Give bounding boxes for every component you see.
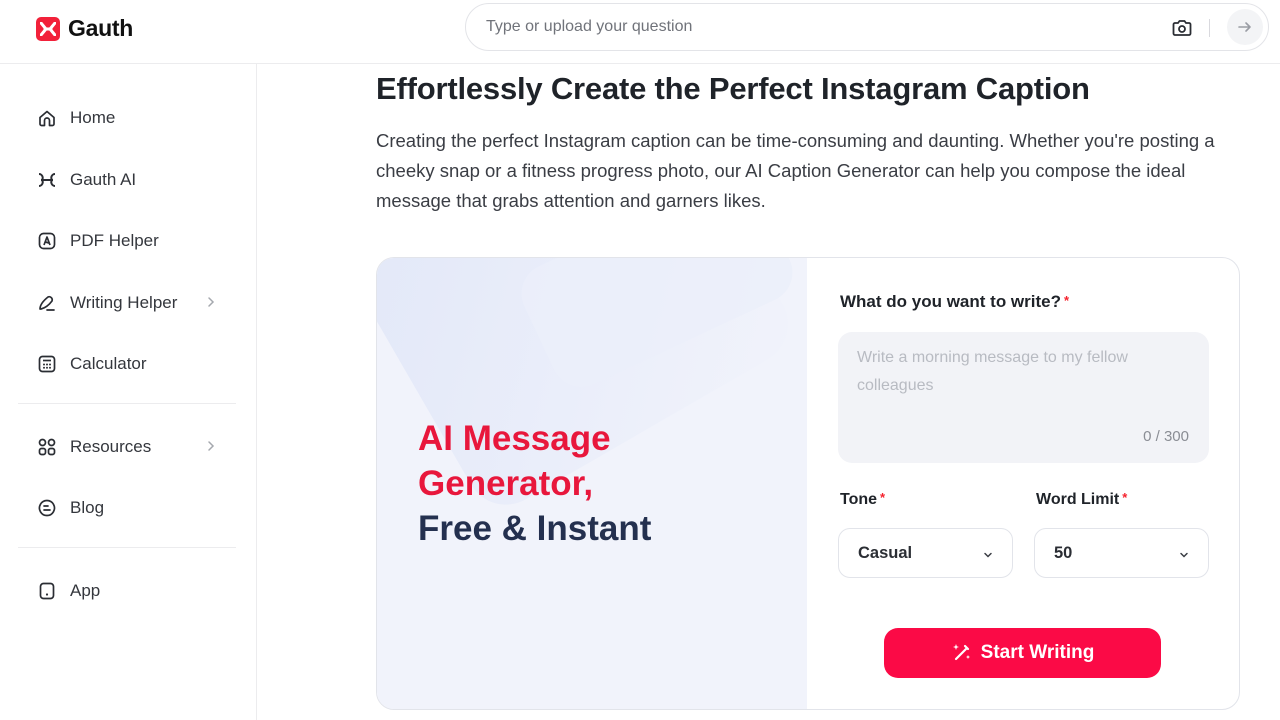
required-mark: * (880, 490, 886, 505)
sidebar-item-blog[interactable]: Blog (36, 492, 226, 524)
tone-select[interactable]: Casual (838, 528, 1013, 578)
search-input[interactable] (486, 18, 1146, 36)
sidebar-item-pdf-helper[interactable]: PDF Helper (36, 225, 226, 257)
prompt-textarea[interactable] (857, 344, 1187, 414)
chevron-down-icon (1178, 548, 1190, 560)
start-writing-button[interactable]: Start Writing (884, 628, 1161, 678)
calculator-icon (36, 353, 58, 375)
sidebar-item-label: Calculator (70, 354, 147, 373)
hero-line-2: Generator, (418, 464, 594, 503)
hero-line-1: AI Message (418, 419, 611, 458)
brand-logo[interactable]: Gauth (36, 15, 133, 42)
sidebar-item-resources[interactable]: Resources (36, 431, 226, 463)
sidebar-item-app[interactable]: App (36, 575, 226, 607)
sidebar-item-gauth-ai[interactable]: Gauth AI (36, 164, 226, 196)
camera-icon[interactable] (1171, 17, 1193, 39)
prompt-field: 0 / 300 (838, 332, 1209, 463)
blog-icon (36, 497, 58, 519)
generator-form: What do you want to write?* 0 / 300 Tone… (807, 258, 1239, 709)
grid-icon (36, 436, 58, 458)
search-bar (465, 3, 1269, 51)
pdf-icon (36, 230, 58, 252)
chevron-right-icon (204, 295, 218, 309)
arrow-right-icon (1238, 22, 1251, 32)
tone-label-text: Tone (840, 491, 878, 508)
sidebar-item-label: Gauth AI (70, 170, 137, 189)
sidebar: Home Gauth AI PDF Helper Writing Helper … (0, 64, 257, 720)
sidebar-item-label: PDF Helper (70, 231, 159, 250)
tone-selected-value: Casual (858, 544, 913, 562)
sidebar-divider (18, 547, 236, 548)
sidebar-item-label: App (70, 581, 101, 600)
sidebar-item-calculator[interactable]: Calculator (36, 348, 226, 380)
character-counter: 0 / 300 (1143, 428, 1189, 445)
top-header: Gauth (0, 0, 1280, 64)
magic-wand-icon (951, 641, 973, 666)
page-title: Effortlessly Create the Perfect Instagra… (376, 71, 1090, 106)
word-limit-label: Word Limit * (1036, 490, 1127, 509)
sidebar-item-label: Blog (70, 498, 105, 517)
start-writing-label: Start Writing (980, 642, 1095, 663)
page-description: Creating the perfect Instagram caption c… (376, 130, 1215, 211)
sidebar-item-writing-helper[interactable]: Writing Helper (36, 287, 226, 319)
search-submit-button[interactable] (1227, 9, 1263, 45)
phone-icon (36, 580, 58, 602)
required-mark: * (1063, 293, 1070, 308)
message-generator-card: AI Message Generator, Free & Instant Wha… (376, 257, 1240, 710)
gauth-logo-icon (36, 16, 60, 41)
word-limit-selected-value: 50 (1054, 544, 1073, 562)
sidebar-item-label: Home (70, 108, 116, 127)
search-divider (1209, 19, 1210, 37)
prompt-label-text: What do you want to write? (840, 292, 1061, 311)
gauth-ai-icon (36, 169, 58, 191)
sidebar-divider (18, 403, 236, 404)
sidebar-item-label: Resources (70, 437, 152, 456)
required-mark: * (1122, 490, 1128, 505)
prompt-label: What do you want to write? * (840, 292, 1069, 312)
chevron-down-icon (982, 548, 994, 560)
home-icon (36, 107, 58, 129)
pen-icon (36, 292, 58, 314)
chevron-right-icon (204, 439, 218, 453)
hero-panel: AI Message Generator, Free & Instant (377, 258, 807, 709)
hero-line-3: Free & Instant (418, 509, 652, 548)
sidebar-item-home[interactable]: Home (36, 102, 226, 134)
sidebar-item-label: Writing Helper (70, 293, 178, 312)
word-limit-select[interactable]: 50 (1034, 528, 1209, 578)
word-limit-label-text: Word Limit (1036, 491, 1120, 508)
hero-heading: AI Message Generator, Free & Instant (418, 416, 651, 551)
tone-label: Tone * (840, 490, 885, 509)
brand-name: Gauth (68, 15, 133, 41)
